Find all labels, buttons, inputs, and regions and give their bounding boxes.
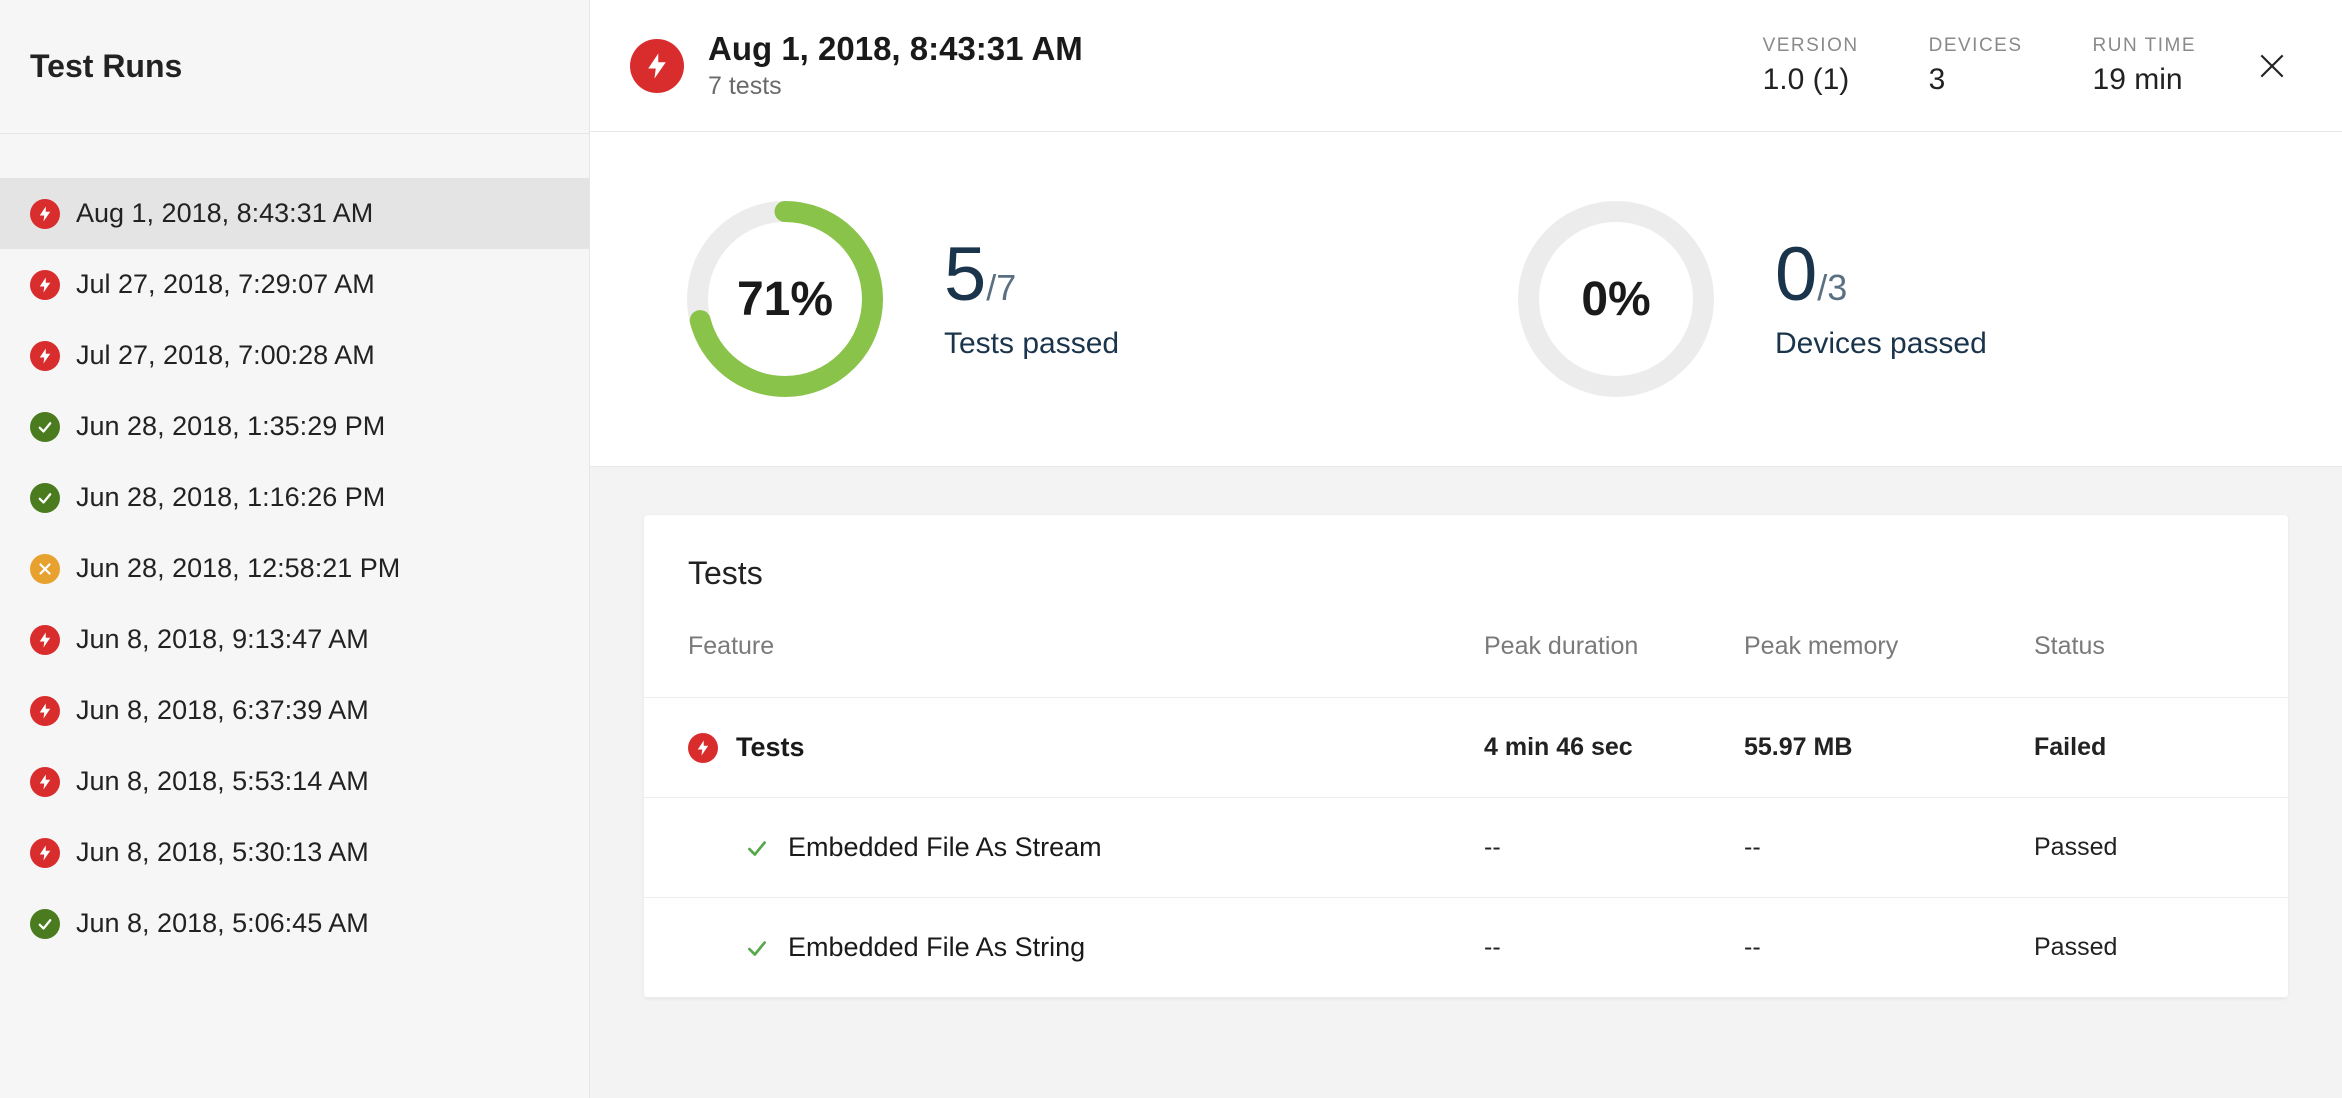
check-icon [30, 412, 60, 442]
bolt-icon [30, 625, 60, 655]
metric-version: VERSION 1.0 (1) [1763, 35, 1859, 97]
test-run-item[interactable]: Jun 8, 2018, 5:06:45 AM [0, 888, 589, 959]
bolt-icon [30, 199, 60, 229]
check-icon [30, 483, 60, 513]
check-icon [744, 935, 770, 961]
test-run-item[interactable]: Jun 8, 2018, 9:13:47 AM [0, 604, 589, 675]
sidebar-title: Test Runs [0, 0, 589, 134]
check-icon [744, 835, 770, 861]
test-run-item[interactable]: Jun 28, 2018, 12:58:21 PM [0, 533, 589, 604]
devices-passed-label: Devices passed [1775, 327, 1987, 361]
metric-version-label: VERSION [1763, 35, 1859, 57]
cell-feature: Tests [688, 732, 1484, 763]
feature-name: Embedded File As Stream [788, 832, 1102, 863]
run-status-icon [630, 39, 684, 93]
tests-passed-label: Tests passed [944, 327, 1119, 361]
cell-peak-duration: -- [1484, 933, 1744, 962]
main: Aug 1, 2018, 8:43:31 AM 7 tests VERSION … [590, 0, 2342, 1098]
bolt-icon [30, 696, 60, 726]
metric-devices-label: DEVICES [1929, 35, 2023, 57]
header-metrics: VERSION 1.0 (1) DEVICES 3 RUN TIME 19 mi… [1763, 35, 2196, 97]
test-run-label: Jun 8, 2018, 9:13:47 AM [76, 624, 369, 655]
test-run-label: Jul 27, 2018, 7:29:07 AM [76, 269, 375, 300]
test-run-item[interactable]: Jun 28, 2018, 1:35:29 PM [0, 391, 589, 462]
tests-card: Tests Feature Peak duration Peak memory … [644, 515, 2288, 998]
metric-runtime: RUN TIME 19 min [2093, 35, 2196, 97]
tests-passed-text: 5 /7 Tests passed [944, 237, 1119, 361]
test-run-label: Jun 28, 2018, 1:16:26 PM [76, 482, 385, 513]
run-list: Aug 1, 2018, 8:43:31 AM Jul 27, 2018, 7:2… [0, 134, 589, 1098]
devices-passed-denominator: /3 [1817, 270, 1847, 306]
devices-passed-percent: 0% [1511, 194, 1721, 404]
test-run-item[interactable]: Aug 1, 2018, 8:43:31 AM [0, 178, 589, 249]
feature-name: Tests [736, 732, 805, 763]
feature-name: Embedded File As String [788, 932, 1085, 963]
tests-passed-denominator: /7 [986, 270, 1016, 306]
x-icon [30, 554, 60, 584]
test-run-item[interactable]: Jun 8, 2018, 5:53:14 AM [0, 746, 589, 817]
test-run-item[interactable]: Jun 8, 2018, 5:30:13 AM [0, 817, 589, 888]
close-button[interactable] [2250, 44, 2294, 88]
summary-row: 71% 5 /7 Tests passed 0% 0 [590, 132, 2342, 467]
test-run-label: Jul 27, 2018, 7:00:28 AM [76, 340, 375, 371]
col-status: Status [2034, 632, 2244, 661]
bolt-icon [30, 838, 60, 868]
cell-feature: Embedded File As Stream [688, 832, 1484, 863]
cell-feature: Embedded File As String [688, 932, 1484, 963]
metric-devices-value: 3 [1929, 63, 2023, 97]
test-run-label: Aug 1, 2018, 8:43:31 AM [76, 198, 373, 229]
metric-runtime-label: RUN TIME [2093, 35, 2196, 57]
devices-passed-numerator: 0 [1775, 237, 1817, 313]
check-icon [30, 909, 60, 939]
close-icon [2256, 50, 2288, 82]
tests-card-title: Tests [644, 515, 2288, 632]
run-title: Aug 1, 2018, 8:43:31 AM [708, 30, 1083, 68]
cell-status: Passed [2034, 933, 2244, 962]
sidebar: Test Runs Aug 1, 2018, 8:43:31 AM Jul 27,… [0, 0, 590, 1098]
col-peak-memory: Peak memory [1744, 632, 2034, 661]
tests-row[interactable]: Embedded File As Stream----Passed [644, 798, 2288, 898]
main-header: Aug 1, 2018, 8:43:31 AM 7 tests VERSION … [590, 0, 2342, 132]
devices-passed-card: 0% 0 /3 Devices passed [1511, 194, 2252, 404]
cell-peak-duration: -- [1484, 833, 1744, 862]
tests-passed-donut: 71% [680, 194, 890, 404]
title-block: Aug 1, 2018, 8:43:31 AM 7 tests [708, 30, 1083, 101]
bolt-icon [30, 341, 60, 371]
test-run-label: Jun 8, 2018, 5:06:45 AM [76, 908, 369, 939]
metric-runtime-value: 19 min [2093, 63, 2196, 97]
cell-status: Failed [2034, 733, 2244, 762]
test-run-item[interactable]: Jun 8, 2018, 6:37:39 AM [0, 675, 589, 746]
devices-passed-donut: 0% [1511, 194, 1721, 404]
tests-passed-percent: 71% [680, 194, 890, 404]
test-run-label: Jun 8, 2018, 5:30:13 AM [76, 837, 369, 868]
cell-peak-memory: -- [1744, 933, 2034, 962]
bolt-icon [688, 733, 718, 763]
bolt-icon [30, 767, 60, 797]
test-run-item[interactable]: Jul 27, 2018, 7:29:07 AM [0, 249, 589, 320]
tests-passed-numerator: 5 [944, 237, 986, 313]
cell-peak-memory: 55.97 MB [1744, 733, 2034, 762]
cell-status: Passed [2034, 833, 2244, 862]
tests-table: Feature Peak duration Peak memory Status… [644, 632, 2288, 998]
devices-passed-text: 0 /3 Devices passed [1775, 237, 1987, 361]
content-area: Tests Feature Peak duration Peak memory … [590, 467, 2342, 1098]
test-run-label: Jun 28, 2018, 1:35:29 PM [76, 411, 385, 442]
metric-devices: DEVICES 3 [1929, 35, 2023, 97]
tests-row[interactable]: Tests 4 min 46 sec55.97 MBFailed [644, 698, 2288, 798]
col-peak-duration: Peak duration [1484, 632, 1744, 661]
run-subtitle: 7 tests [708, 72, 1083, 101]
test-run-label: Jun 28, 2018, 12:58:21 PM [76, 553, 400, 584]
tests-passed-card: 71% 5 /7 Tests passed [680, 194, 1421, 404]
col-feature: Feature [688, 632, 1484, 661]
cell-peak-duration: 4 min 46 sec [1484, 733, 1744, 762]
test-run-label: Jun 8, 2018, 6:37:39 AM [76, 695, 369, 726]
tests-row[interactable]: Embedded File As String----Passed [644, 898, 2288, 998]
test-run-label: Jun 8, 2018, 5:53:14 AM [76, 766, 369, 797]
tests-table-header: Feature Peak duration Peak memory Status [644, 632, 2288, 698]
cell-peak-memory: -- [1744, 833, 2034, 862]
test-run-item[interactable]: Jul 27, 2018, 7:00:28 AM [0, 320, 589, 391]
test-run-item[interactable]: Jun 28, 2018, 1:16:26 PM [0, 462, 589, 533]
metric-version-value: 1.0 (1) [1763, 63, 1859, 97]
bolt-icon [30, 270, 60, 300]
